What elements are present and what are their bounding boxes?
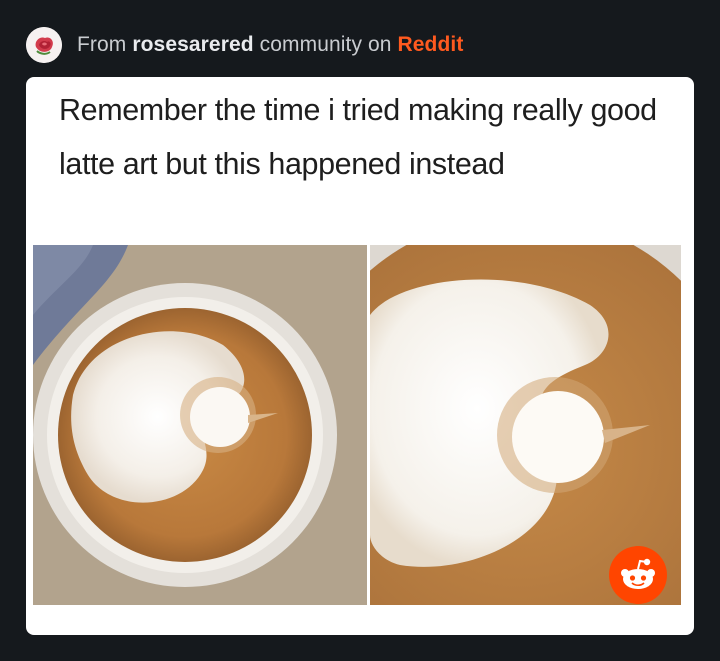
rose-avatar-icon[interactable] <box>26 27 62 63</box>
latte-cup-image <box>33 245 367 605</box>
post-caption: Remember the time i tried making really … <box>59 93 657 181</box>
source-middle: community on <box>259 33 392 56</box>
platform-link[interactable]: Reddit <box>398 33 464 56</box>
post-source-header: From rosesarered community on Reddit <box>26 26 463 64</box>
source-prefix: From <box>77 33 127 56</box>
latte-photo-zoomed-out[interactable] <box>33 245 367 605</box>
reddit-alien-icon[interactable] <box>609 546 667 604</box>
post-embed-frame: From rosesarered community on Reddit Rem… <box>0 0 720 661</box>
post-card[interactable]: Remember the time i tried making really … <box>26 77 694 635</box>
community-link[interactable]: rosesarered <box>132 33 253 56</box>
post-source-line: From rosesarered community on Reddit <box>77 33 463 57</box>
